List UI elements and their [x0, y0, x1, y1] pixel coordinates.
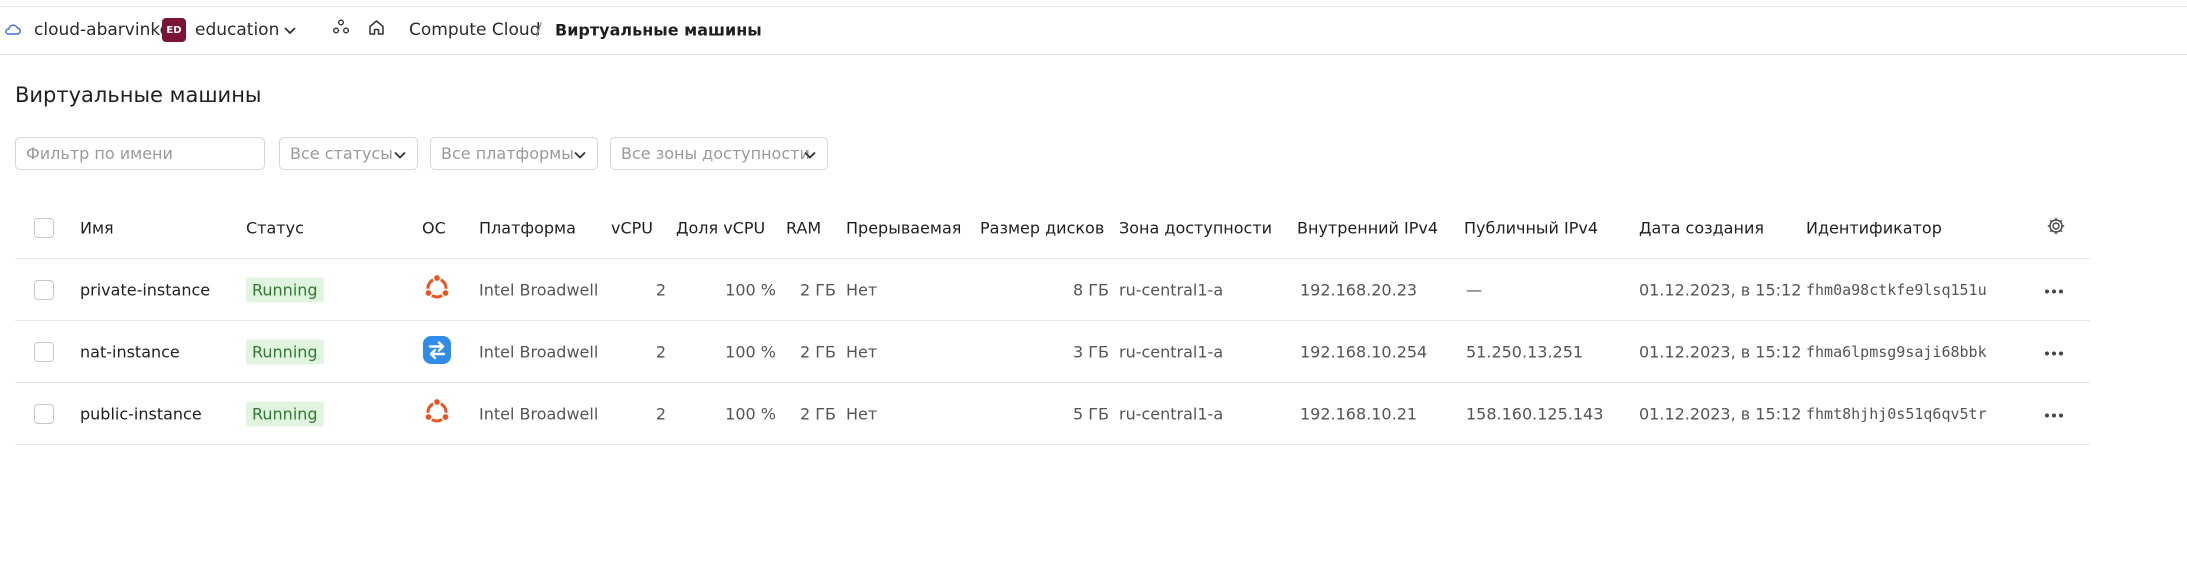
vcpu-share-value: 100 % [725, 342, 776, 361]
zone-value: ru-central1-a [1119, 280, 1224, 299]
status-filter-select[interactable]: Все статусы [279, 137, 418, 170]
table-row[interactable]: public-instance Running Intel Broadwell … [15, 382, 2090, 445]
ubuntu-icon [422, 397, 452, 431]
column-header-public-ip[interactable]: Публичный IPv4 [1464, 218, 1598, 237]
column-header-vcpu-share[interactable]: Доля vCPU [676, 218, 765, 237]
column-header-vcpu[interactable]: vCPU [611, 218, 653, 237]
breadcrumb-current: Виртуальные машины [555, 20, 762, 40]
vcpu-value: 2 [655, 342, 666, 361]
instance-name[interactable]: public-instance [80, 404, 202, 423]
column-header-os[interactable]: ОС [422, 218, 446, 237]
gear-icon[interactable] [2046, 216, 2066, 240]
table-header: Имя Статус ОС Платформа vCPU Доля vCPU R… [15, 197, 2090, 258]
chevron-down-icon [803, 144, 817, 163]
ram-value: 2 ГБ [800, 342, 836, 361]
vcpu-share-value: 100 % [725, 280, 776, 299]
row-checkbox[interactable] [34, 341, 54, 362]
column-header-id[interactable]: Идентификатор [1806, 218, 1942, 237]
platform-value: Intel Broadwell [479, 280, 599, 299]
status-filter-value: Все статусы [290, 144, 393, 163]
public-ip-value: — [1466, 280, 1482, 299]
cloud-icon[interactable] [4, 20, 21, 40]
services-icon[interactable] [332, 19, 350, 42]
column-header-ram[interactable]: RAM [786, 218, 821, 237]
folder-avatar: ED [162, 18, 186, 42]
chevron-down-icon [573, 144, 587, 163]
row-checkbox[interactable] [34, 279, 54, 300]
created-value: 01.12.2023, в 15:12 [1639, 404, 1802, 423]
breadcrumb-separator: / [536, 20, 542, 40]
name-filter-field[interactable] [15, 137, 265, 170]
nat-icon [422, 335, 452, 369]
preemptible-value: Нет [846, 280, 878, 299]
instance-name[interactable]: nat-instance [80, 342, 180, 361]
instance-name[interactable]: private-instance [80, 280, 210, 299]
column-header-name[interactable]: Имя [80, 218, 114, 237]
instance-id[interactable]: fhmt8hjhj0s51q6qv5tr [1806, 405, 1987, 423]
internal-ip-value: 192.168.10.21 [1300, 404, 1418, 423]
chevron-down-icon [393, 144, 407, 163]
table-row[interactable]: nat-instance Running Intel Broadwell 2 1… [15, 320, 2090, 382]
preemptible-value: Нет [846, 404, 878, 423]
public-ip-value: 158.160.125.143 [1466, 404, 1604, 423]
ubuntu-icon [422, 273, 452, 307]
vcpu-value: 2 [655, 404, 666, 423]
public-ip-value: 51.250.13.251 [1466, 342, 1584, 361]
status-badge: Running [246, 339, 324, 364]
instance-id[interactable]: fhm0a98ctkfe9lsq151u [1806, 281, 1987, 299]
select-all-checkbox[interactable] [34, 217, 54, 238]
disk-size-value: 8 ГБ [1073, 280, 1109, 299]
column-header-platform[interactable]: Платформа [479, 218, 576, 237]
disk-size-value: 5 ГБ [1073, 404, 1109, 423]
ram-value: 2 ГБ [800, 280, 836, 299]
status-badge: Running [246, 277, 324, 302]
column-header-internal-ip[interactable]: Внутренний IPv4 [1297, 218, 1438, 237]
name-filter-input[interactable] [26, 144, 254, 163]
zone-value: ru-central1-a [1119, 342, 1224, 361]
more-actions-icon[interactable] [2043, 342, 2065, 361]
created-value: 01.12.2023, в 15:12 [1639, 280, 1802, 299]
page-title: Виртуальные машины [15, 83, 262, 107]
row-checkbox[interactable] [34, 403, 54, 424]
zone-filter-value: Все зоны доступности [621, 144, 810, 163]
cloud-name[interactable]: cloud-abarvinko [34, 20, 170, 40]
platform-filter-select[interactable]: Все платформы [430, 137, 598, 170]
instances-table: Имя Статус ОС Платформа vCPU Доля vCPU R… [15, 197, 2090, 445]
more-actions-icon[interactable] [2043, 404, 2065, 423]
vcpu-value: 2 [655, 280, 666, 299]
top-header: cloud-abarvinko ED education Compute Clo… [0, 6, 2187, 55]
column-header-zone[interactable]: Зона доступности [1119, 218, 1272, 237]
column-header-preemptible[interactable]: Прерываемая [846, 218, 961, 237]
ram-value: 2 ГБ [800, 404, 836, 423]
created-value: 01.12.2023, в 15:12 [1639, 342, 1802, 361]
disk-size-value: 3 ГБ [1073, 342, 1109, 361]
instance-id[interactable]: fhma6lpmsg9saji68bbk [1806, 343, 1987, 361]
internal-ip-value: 192.168.20.23 [1300, 280, 1418, 299]
column-header-disk-size[interactable]: Размер дисков [980, 218, 1104, 237]
more-actions-icon[interactable] [2043, 280, 2065, 299]
preemptible-value: Нет [846, 342, 878, 361]
internal-ip-value: 192.168.10.254 [1300, 342, 1428, 361]
platform-value: Intel Broadwell [479, 342, 599, 361]
column-header-created[interactable]: Дата создания [1639, 218, 1764, 237]
zone-filter-select[interactable]: Все зоны доступности [610, 137, 828, 170]
breadcrumb-service[interactable]: Compute Cloud [409, 20, 540, 40]
home-icon[interactable] [367, 18, 386, 42]
zone-value: ru-central1-a [1119, 404, 1224, 423]
table-row[interactable]: private-instance Running Intel Broadwell… [15, 258, 2090, 320]
chevron-down-icon[interactable] [283, 20, 297, 40]
column-header-status[interactable]: Статус [246, 218, 304, 237]
status-badge: Running [246, 401, 324, 426]
folder-name[interactable]: education [195, 20, 279, 40]
vcpu-share-value: 100 % [725, 404, 776, 423]
platform-filter-value: Все платформы [441, 144, 574, 163]
platform-value: Intel Broadwell [479, 404, 599, 423]
